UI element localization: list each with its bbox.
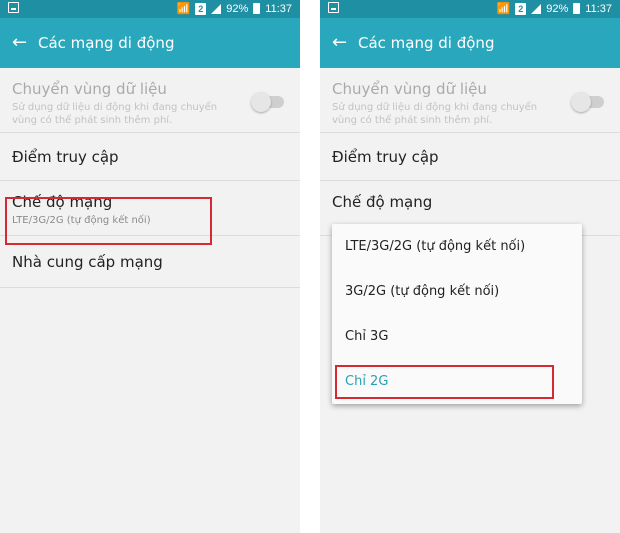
battery-icon (573, 3, 581, 14)
sim-icon: 2 (515, 2, 527, 15)
data-roaming-row[interactable]: Chuyển vùng dữ liệu Sử dụng dữ liệu di đ… (320, 68, 620, 133)
data-roaming-toggle[interactable] (571, 92, 604, 112)
screenshot-notification-icon (328, 2, 339, 13)
access-point-row[interactable]: Điểm truy cập (0, 133, 300, 181)
wifi-icon: 📶 (496, 3, 511, 15)
option-lte-3g-2g[interactable]: LTE/3G/2G (tự động kết nối) (332, 224, 582, 269)
option-3g-2g[interactable]: 3G/2G (tự động kết nối) (332, 269, 582, 314)
data-roaming-description: Sử dụng dữ liệu di động khi đang chuyển … (332, 102, 538, 126)
network-mode-highlight (5, 197, 212, 245)
access-point-title: Điểm truy cập (332, 147, 439, 166)
left-phone-screen: 📶 2 92% 11:37 ← Các mạng di động Chuyển … (0, 0, 300, 533)
app-bar: ← Các mạng di động (320, 18, 620, 68)
access-point-row[interactable]: Điểm truy cập (320, 133, 620, 181)
battery-percent: 92% (226, 2, 249, 15)
back-arrow-icon[interactable]: ← (12, 34, 36, 52)
screenshot-notification-icon (8, 2, 19, 13)
signal-icon (531, 3, 542, 14)
network-mode-title: Chế độ mạng (332, 193, 433, 211)
battery-percent: 92% (546, 2, 569, 15)
app-bar: ← Các mạng di động (0, 18, 300, 68)
page-title: Các mạng di động (38, 34, 175, 52)
clock: 11:37 (585, 2, 612, 15)
data-roaming-row[interactable]: Chuyển vùng dữ liệu Sử dụng dữ liệu di đ… (0, 68, 300, 133)
status-bar: 📶 2 92% 11:37 (0, 0, 300, 18)
status-bar: 📶 2 92% 11:37 (320, 0, 620, 18)
data-roaming-toggle[interactable] (251, 92, 284, 112)
battery-icon (253, 3, 261, 14)
option-3g-only[interactable]: Chỉ 3G (332, 314, 582, 359)
page-title: Các mạng di động (358, 34, 495, 52)
toggle-knob (571, 92, 591, 112)
back-arrow-icon[interactable]: ← (332, 34, 356, 52)
toggle-knob (251, 92, 271, 112)
wifi-icon: 📶 (176, 3, 191, 15)
network-carrier-title: Nhà cung cấp mạng (12, 252, 163, 271)
network-mode-dropdown: LTE/3G/2G (tự động kết nối) 3G/2G (tự độ… (332, 224, 582, 404)
clock: 11:37 (265, 2, 292, 15)
right-phone-screen: 📶 2 92% 11:37 ← Các mạng di động Chuyển … (320, 0, 620, 533)
access-point-title: Điểm truy cập (12, 147, 119, 166)
option-2g-highlight (335, 365, 554, 399)
sim-icon: 2 (195, 2, 207, 15)
data-roaming-description: Sử dụng dữ liệu di động khi đang chuyển … (12, 102, 218, 126)
signal-icon (211, 3, 222, 14)
